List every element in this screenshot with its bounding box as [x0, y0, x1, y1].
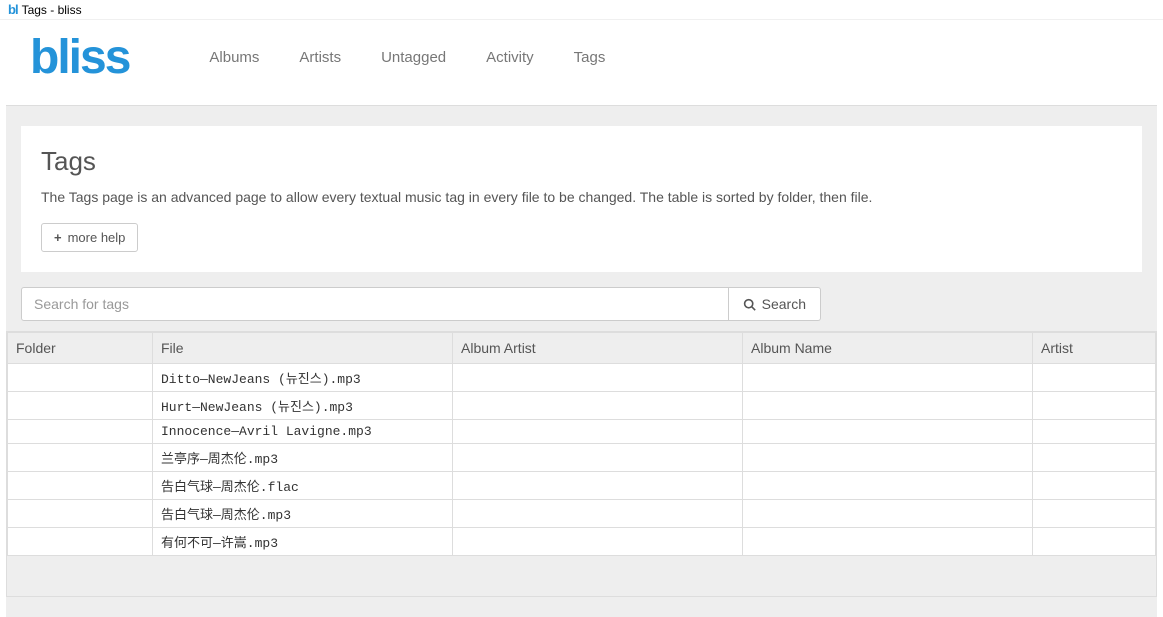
- cell-file[interactable]: Ditto—NewJeans (뉴진스).mp3: [153, 364, 453, 392]
- cell-album_artist[interactable]: [453, 472, 743, 500]
- search-button-label: Search: [762, 296, 806, 312]
- table-row[interactable]: 告白气球—周杰伦.flac: [8, 472, 1156, 500]
- nav-tags[interactable]: Tags: [574, 49, 606, 66]
- cell-artist[interactable]: [1033, 392, 1156, 420]
- cell-artist[interactable]: [1033, 420, 1156, 444]
- cell-album_name[interactable]: [743, 444, 1033, 472]
- cell-album_artist[interactable]: [453, 444, 743, 472]
- more-help-label: more help: [68, 230, 126, 245]
- table-header-row: Folder File Album Artist Album Name Arti…: [8, 333, 1156, 364]
- page-title: Tags: [41, 146, 1122, 177]
- window-title-bar: bl Tags - bliss: [0, 0, 1163, 20]
- cell-folder[interactable]: [8, 420, 153, 444]
- cell-folder[interactable]: [8, 444, 153, 472]
- logo[interactable]: bliss: [30, 30, 129, 85]
- cell-album_name[interactable]: [743, 528, 1033, 556]
- plus-icon: +: [54, 230, 62, 245]
- cell-file[interactable]: 兰亭序—周杰伦.mp3: [153, 444, 453, 472]
- cell-file[interactable]: 告白气球—周杰伦.mp3: [153, 500, 453, 528]
- cell-album_artist[interactable]: [453, 528, 743, 556]
- more-help-button[interactable]: + more help: [41, 223, 138, 252]
- nav-activity[interactable]: Activity: [486, 49, 534, 66]
- cell-folder[interactable]: [8, 364, 153, 392]
- nav: Albums Artists Untagged Activity Tags: [209, 49, 605, 66]
- search-row: Search: [21, 287, 821, 321]
- cell-file[interactable]: 有何不可—许嵩.mp3: [153, 528, 453, 556]
- cell-file[interactable]: Innocence—Avril Lavigne.mp3: [153, 420, 453, 444]
- cell-folder[interactable]: [8, 528, 153, 556]
- cell-album_name[interactable]: [743, 392, 1033, 420]
- window-title: Tags - bliss: [22, 3, 82, 17]
- intro-panel: Tags The Tags page is an advanced page t…: [21, 126, 1142, 272]
- search-input[interactable]: [21, 287, 729, 321]
- table-row[interactable]: 有何不可—许嵩.mp3: [8, 528, 1156, 556]
- col-header-folder[interactable]: Folder: [8, 333, 153, 364]
- col-header-file[interactable]: File: [153, 333, 453, 364]
- col-header-artist[interactable]: Artist: [1033, 333, 1156, 364]
- cell-folder[interactable]: [8, 392, 153, 420]
- tags-table: Folder File Album Artist Album Name Arti…: [7, 332, 1156, 556]
- cell-folder[interactable]: [8, 472, 153, 500]
- cell-album_artist[interactable]: [453, 364, 743, 392]
- cell-album_name[interactable]: [743, 364, 1033, 392]
- cell-file[interactable]: 告白气球—周杰伦.flac: [153, 472, 453, 500]
- cell-artist[interactable]: [1033, 364, 1156, 392]
- content-wrapper: Tags The Tags page is an advanced page t…: [6, 105, 1157, 617]
- cell-album_name[interactable]: [743, 500, 1033, 528]
- page-description: The Tags page is an advanced page to all…: [41, 189, 1122, 205]
- col-header-album-artist[interactable]: Album Artist: [453, 333, 743, 364]
- cell-artist[interactable]: [1033, 472, 1156, 500]
- cell-album_artist[interactable]: [453, 420, 743, 444]
- cell-artist[interactable]: [1033, 444, 1156, 472]
- table-row[interactable]: 告白气球—周杰伦.mp3: [8, 500, 1156, 528]
- search-icon: [743, 298, 756, 311]
- cell-album_name[interactable]: [743, 420, 1033, 444]
- table-row[interactable]: Ditto—NewJeans (뉴진스).mp3: [8, 364, 1156, 392]
- table-row[interactable]: Hurt—NewJeans (뉴진스).mp3: [8, 392, 1156, 420]
- cell-artist[interactable]: [1033, 528, 1156, 556]
- app-icon: bl: [8, 2, 18, 17]
- table-footer-bar: [7, 556, 1156, 596]
- tags-table-container: Folder File Album Artist Album Name Arti…: [6, 331, 1157, 597]
- col-header-album-name[interactable]: Album Name: [743, 333, 1033, 364]
- cell-artist[interactable]: [1033, 500, 1156, 528]
- cell-file[interactable]: Hurt—NewJeans (뉴진스).mp3: [153, 392, 453, 420]
- nav-albums[interactable]: Albums: [209, 49, 259, 66]
- cell-album_artist[interactable]: [453, 392, 743, 420]
- cell-folder[interactable]: [8, 500, 153, 528]
- table-row[interactable]: Innocence—Avril Lavigne.mp3: [8, 420, 1156, 444]
- table-row[interactable]: 兰亭序—周杰伦.mp3: [8, 444, 1156, 472]
- nav-untagged[interactable]: Untagged: [381, 49, 446, 66]
- cell-album_name[interactable]: [743, 472, 1033, 500]
- search-button[interactable]: Search: [729, 287, 821, 321]
- cell-album_artist[interactable]: [453, 500, 743, 528]
- nav-artists[interactable]: Artists: [299, 49, 341, 66]
- header: bliss Albums Artists Untagged Activity T…: [0, 20, 1163, 105]
